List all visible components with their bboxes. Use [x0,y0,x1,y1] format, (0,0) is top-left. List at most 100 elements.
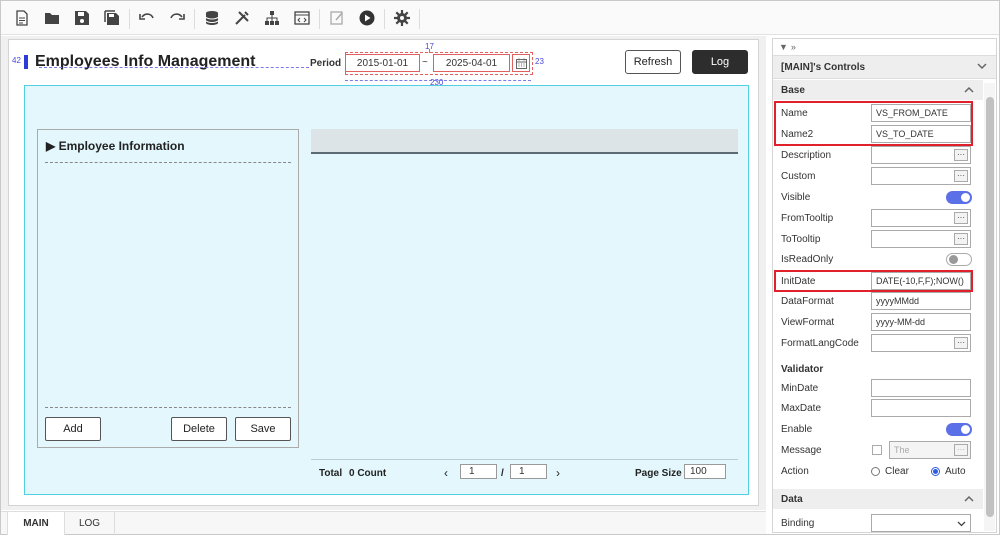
ellipsis-button[interactable]: ··· [954,170,968,182]
prop-row-totooltip: ToTooltip ··· [773,229,978,250]
section-data[interactable]: Data [773,489,983,509]
grid-header [311,129,738,154]
divider [45,407,291,408]
add-button[interactable]: Add [45,417,101,441]
page-title: Employees Info Management [35,53,256,70]
message-checkbox[interactable] [872,445,882,455]
formatlangcode-field[interactable]: ··· [871,334,971,352]
divider [45,162,291,163]
employee-panel-title: ▶ Employee Information [46,139,185,153]
properties-panel: ▼ » [MAIN]'s Controls Base Name VS_FROM_… [772,38,997,533]
section-base[interactable]: Base [773,80,983,100]
prop-row-description: Description ··· [773,145,978,166]
custom-field[interactable]: ··· [871,167,971,185]
ellipsis-button[interactable]: ··· [954,337,968,349]
prop-label: Enable [781,424,813,435]
scrollbar-thumb[interactable] [986,97,994,517]
toolbar-separator [419,9,420,29]
prop-label: ToTooltip [781,234,821,245]
section-validator-title: Validator [781,364,824,375]
viewformat-field[interactable]: yyyy-MM-dd [871,313,971,331]
mindate-field[interactable] [871,379,971,397]
fromtooltip-field[interactable]: ··· [871,209,971,227]
chevron-up-icon[interactable] [963,493,975,505]
chevron-down-icon[interactable] [976,60,988,72]
code-icon[interactable] [291,7,313,29]
toolbar-separator [384,9,385,29]
refresh-button[interactable]: Refresh [625,50,681,74]
ellipsis-button[interactable]: ··· [954,149,968,161]
prop-label: Visible [781,192,811,203]
prop-label: Description [781,150,832,161]
redo-icon[interactable] [166,7,188,29]
prop-label: MinDate [781,383,819,394]
delete-button[interactable]: Delete [171,417,227,441]
tab-main[interactable]: MAIN [7,512,65,535]
ellipsis-button[interactable]: ··· [954,444,968,456]
guide-line [345,80,531,81]
employee-panel[interactable]: ▶ Employee Information Add Delete Save [37,129,299,448]
ellipsis-button[interactable]: ··· [954,212,968,224]
main-container[interactable]: ▶ Employee Information Add Delete Save T… [24,85,749,495]
totooltip-field[interactable]: ··· [871,230,971,248]
tools-icon[interactable] [231,7,253,29]
expand-icon[interactable]: » [791,42,796,52]
action-clear-radio[interactable] [871,467,880,476]
pin-icon[interactable]: ▼ [779,42,788,52]
undo-icon[interactable] [136,7,158,29]
chevron-up-icon[interactable] [963,84,975,96]
visible-toggle[interactable] [946,191,972,204]
description-field[interactable]: ··· [871,146,971,164]
prop-label: ViewFormat [781,317,835,328]
dimension-left: 42 [12,56,21,65]
log-button[interactable]: Log [692,50,748,74]
new-file-icon[interactable] [11,7,33,29]
properties-title: [MAIN]'s Controls [781,61,866,73]
open-folder-icon[interactable] [41,7,63,29]
form-canvas[interactable]: 42 Employees Info Management 17 Period 2… [8,39,759,506]
prop-row-isreadonly: IsReadOnly [773,249,978,270]
database-icon[interactable] [201,7,223,29]
highlight-name-rows [774,101,973,146]
isreadonly-toggle[interactable] [946,253,972,266]
design-area: 42 Employees Info Management 17 Period 2… [1,36,766,510]
page-size-input[interactable]: 100 [684,464,726,479]
tab-log[interactable]: LOG [65,512,115,535]
save-icon[interactable] [71,7,93,29]
calendar-button[interactable] [512,54,530,72]
prop-label: DataFormat [781,296,834,307]
prop-label: Message [781,445,822,456]
hierarchy-icon[interactable] [261,7,283,29]
edit-icon[interactable] [326,7,348,29]
save-all-icon[interactable] [101,7,123,29]
toolbar-separator [319,9,320,29]
current-page-input[interactable]: 1 [460,464,497,479]
dataformat-field[interactable]: yyyyMMdd [871,292,971,310]
guide-line [39,67,309,68]
enable-toggle[interactable] [946,423,972,436]
settings-icon[interactable] [391,7,413,29]
prop-label: MaxDate [781,403,822,414]
to-date-input[interactable]: 2025-04-01 [433,54,510,72]
prop-label: FromTooltip [781,213,834,224]
ellipsis-button[interactable]: ··· [954,233,968,245]
properties-scrollbar[interactable] [984,83,995,531]
prop-label: Binding [781,518,815,529]
prop-row-dataformat: DataFormat yyyyMMdd [773,291,978,312]
prop-label: FormatLangCode [781,338,859,349]
next-page-icon[interactable]: › [556,466,560,480]
message-field[interactable]: The ··· [889,441,971,459]
save-button[interactable]: Save [235,417,291,441]
toolbar [1,1,999,35]
run-icon[interactable] [356,7,378,29]
maxdate-field[interactable] [871,399,971,417]
action-auto-radio[interactable] [931,467,940,476]
prop-label: Custom [781,171,816,182]
binding-select[interactable] [871,514,971,532]
prop-label: Action [781,466,809,477]
prop-row-message: Message The ··· [773,440,978,461]
from-date-input[interactable]: 2015-01-01 [345,54,420,72]
properties-header: [MAIN]'s Controls [773,55,996,79]
prev-page-icon[interactable]: ‹ [444,466,448,480]
date-separator: ~ [422,57,428,68]
